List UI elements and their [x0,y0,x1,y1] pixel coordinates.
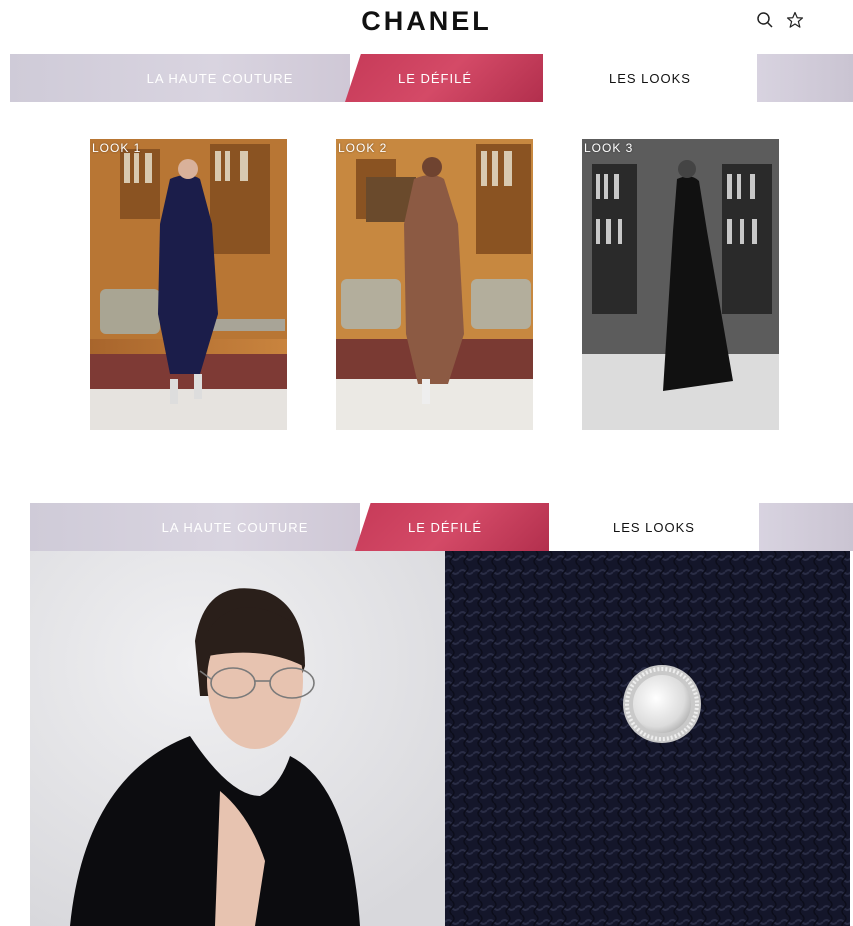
look-card-2[interactable]: LOOK 2 [336,139,533,430]
tab-les-looks[interactable]: LES LOOKS [549,503,759,551]
site-header: CHANEL [0,0,853,54]
tab-les-looks[interactable]: LES LOOKS [543,54,757,102]
look-label: LOOK 2 [338,141,388,155]
look-label: LOOK 3 [584,141,634,155]
look-label: LOOK 1 [92,141,142,155]
look-3-image [582,139,779,430]
search-icon[interactable] [756,11,774,29]
look-1-image [90,139,287,430]
tab-le-defile[interactable]: LE DÉFILÉ [355,54,515,102]
star-icon[interactable] [786,11,804,29]
tab-le-defile[interactable]: LE DÉFILÉ [365,503,525,551]
chanel-logo[interactable]: CHANEL [0,6,853,37]
tab-la-haute-couture[interactable]: LA HAUTE COUTURE [120,54,320,102]
look-2-image [336,139,533,430]
look-card-3[interactable]: LOOK 3 [582,139,779,430]
model-portrait-image [30,551,445,926]
section-nav-bottom: LA HAUTE COUTURE LE DÉFILÉ LES LOOKS [30,503,853,551]
look-card-1[interactable]: LOOK 1 [90,139,287,430]
section-nav-top: LA HAUTE COUTURE LE DÉFILÉ LES LOOKS [10,54,853,102]
tab-la-haute-couture[interactable]: LA HAUTE COUTURE [140,503,330,551]
fabric-button-detail-image [445,551,850,926]
